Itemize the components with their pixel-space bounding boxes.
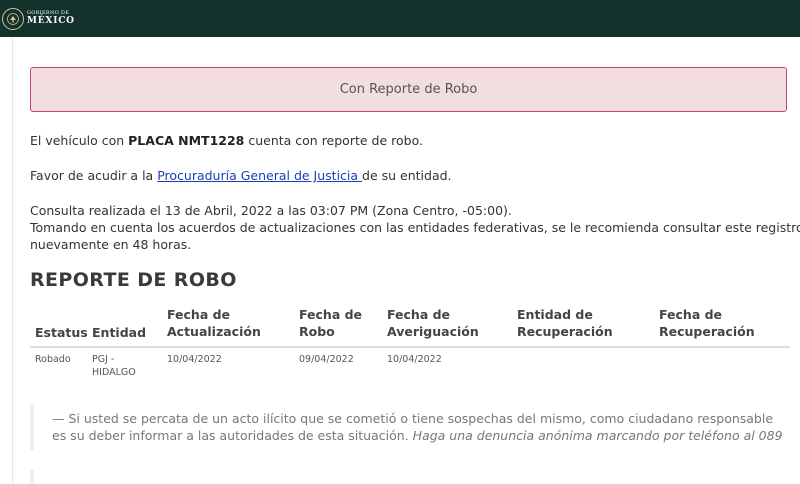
cell-estatus: Robado bbox=[35, 354, 71, 365]
cell-entidad: PGJ - HIDALGO bbox=[92, 353, 136, 379]
col-header-fecha-recuperacion-line2: Recuperación bbox=[659, 324, 755, 339]
gov-logo[interactable]: GOBIERNO DE MÉXICO bbox=[2, 7, 75, 30]
col-header-fecha-actualizacion: Fecha de Actualización bbox=[167, 306, 261, 340]
cell-entidad-line1: PGJ - bbox=[92, 354, 115, 365]
col-header-fecha-averiguacion-line2: Averiguación bbox=[387, 324, 479, 339]
report-title: REPORTE DE ROBO bbox=[30, 269, 237, 291]
main-content: Con Reporte de Robo El vehículo con PLAC… bbox=[12, 37, 800, 484]
second-blockquote-edge bbox=[30, 470, 34, 484]
col-header-fecha-averiguacion: Fecha de Averiguación bbox=[387, 306, 479, 340]
col-header-fecha-robo: Fecha de Robo bbox=[299, 306, 362, 340]
col-header-entidad-recuperacion: Entidad de Recuperación bbox=[517, 306, 613, 340]
col-header-entidad-recuperacion-line2: Recuperación bbox=[517, 324, 613, 339]
col-header-estatus: Estatus bbox=[35, 325, 88, 340]
cell-fecha-robo: 09/04/2022 bbox=[299, 354, 354, 365]
cell-entidad-line2: HIDALGO bbox=[92, 367, 136, 378]
update-note-line2: nuevamente en 48 horas. bbox=[30, 237, 192, 252]
consult-timestamp: Consulta realizada el 13 de Abril, 2022 … bbox=[30, 203, 512, 218]
status-suffix: cuenta con reporte de robo. bbox=[244, 133, 423, 148]
plate-number: PLACA NMT1228 bbox=[128, 133, 245, 148]
alert-text: Con Reporte de Robo bbox=[339, 82, 478, 97]
instruction-prefix: Favor de acudir a la bbox=[30, 168, 158, 183]
col-header-fecha-recuperacion: Fecha de Recuperación bbox=[659, 306, 755, 340]
col-header-fecha-actualizacion-line2: Actualización bbox=[167, 324, 261, 339]
col-header-fecha-robo-line2: Robo bbox=[299, 324, 335, 339]
robbery-alert-banner: Con Reporte de Robo bbox=[30, 67, 787, 112]
advisory-emphasis: Haga una denuncia anónima marcando por t… bbox=[412, 428, 783, 443]
col-header-fecha-recuperacion-line1: Fecha de bbox=[659, 307, 723, 322]
gov-logo-line2: MÉXICO bbox=[27, 16, 75, 26]
gov-logo-text: GOBIERNO DE MÉXICO bbox=[27, 11, 75, 26]
advisory-blockquote: — Si usted se percata de un acto ilícito… bbox=[30, 404, 790, 450]
cell-fecha-actualizacion: 10/04/2022 bbox=[167, 354, 222, 365]
vehicle-status-line: El vehículo con PLACA NMT1228 cuenta con… bbox=[30, 132, 423, 149]
col-header-entidad: Entidad bbox=[92, 325, 147, 340]
col-header-fecha-robo-line1: Fecha de bbox=[299, 307, 363, 322]
gov-header-bar: GOBIERNO DE MÉXICO bbox=[0, 0, 800, 37]
col-header-fecha-averiguacion-line1: Fecha de bbox=[387, 307, 451, 322]
eagle-emblem-icon bbox=[2, 7, 24, 30]
table-header-divider bbox=[30, 346, 790, 348]
col-header-fecha-actualizacion-line1: Fecha de bbox=[167, 307, 231, 322]
status-prefix: El vehículo con bbox=[30, 133, 129, 148]
instruction-suffix: de su entidad. bbox=[362, 168, 452, 183]
instruction-line: Favor de acudir a la Procuraduría Genera… bbox=[30, 167, 452, 184]
cell-fecha-averiguacion: 10/04/2022 bbox=[387, 354, 442, 365]
procuraduria-link[interactable]: Procuraduría General de Justicia bbox=[157, 168, 362, 183]
update-note-line1: Tomando en cuenta los acuerdos de actual… bbox=[30, 220, 800, 235]
advisory-text: — Si usted se percata de un acto ilícito… bbox=[52, 410, 787, 444]
quote-dash: — bbox=[52, 411, 65, 426]
col-header-entidad-recuperacion-line1: Entidad de bbox=[517, 307, 593, 322]
